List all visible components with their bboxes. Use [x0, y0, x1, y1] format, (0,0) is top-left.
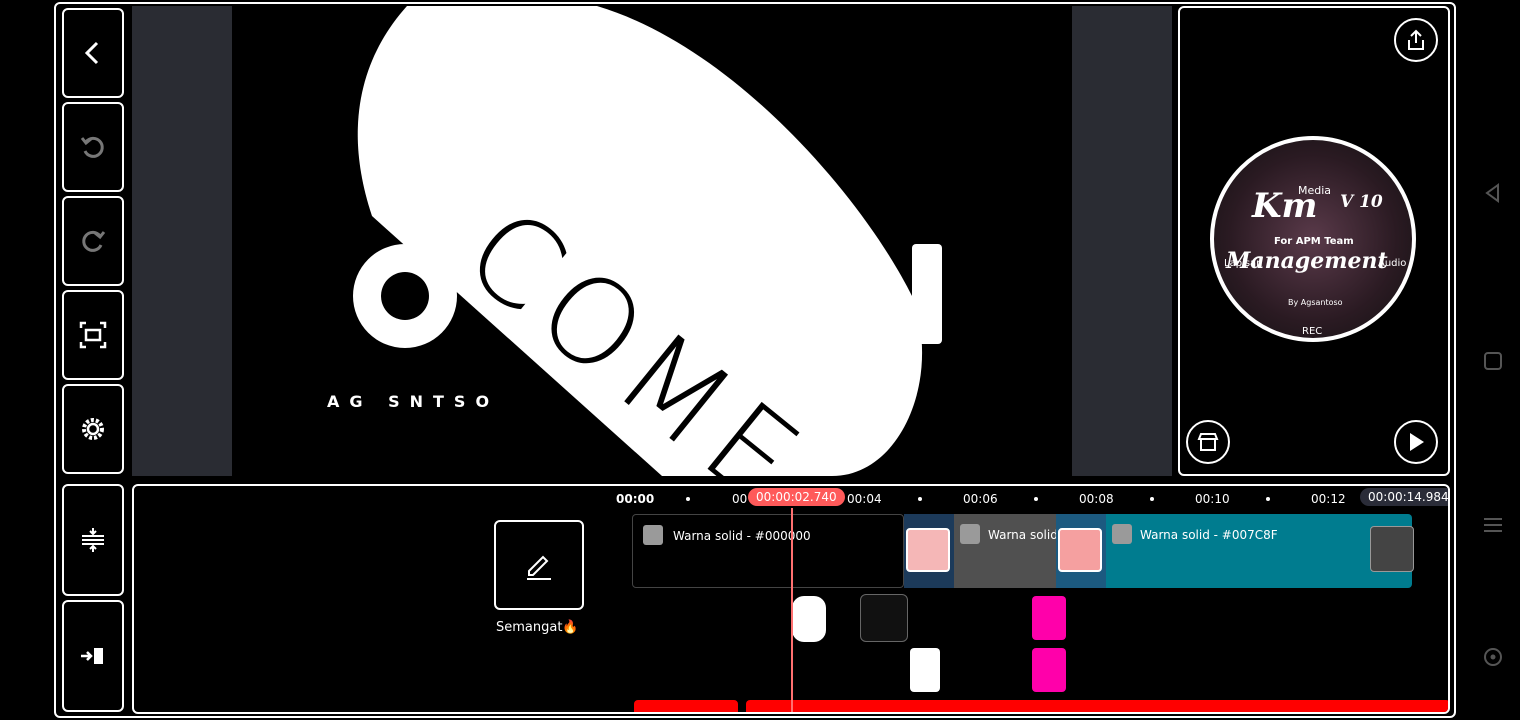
pillarbox-left	[132, 6, 232, 476]
audio-clip-1[interactable]	[634, 700, 738, 712]
layer-clip-fill-1[interactable]	[1032, 596, 1066, 640]
menu-audio[interactable]: Audio	[1378, 258, 1406, 269]
timeline-panel[interactable]: 00:00 00 00:04 00:06 00:08 00:10 00:12 0…	[132, 484, 1450, 714]
ruler-label-0: 00:00	[616, 492, 655, 506]
ruler-label-3: 00:06	[963, 492, 998, 506]
ruler-label-1: 00	[732, 492, 748, 506]
redo-button[interactable]	[62, 196, 124, 286]
share-icon	[1408, 29, 1424, 50]
menu-rec[interactable]: REC	[1302, 326, 1322, 337]
menu-lines-icon[interactable]	[1482, 514, 1504, 536]
logo-subtitle: For APM Team	[1274, 236, 1354, 247]
ruler-label-5: 00:10	[1195, 492, 1230, 506]
insert-icon	[81, 648, 103, 664]
ruler-dot	[1150, 497, 1154, 501]
home-square-icon[interactable]	[1482, 350, 1504, 372]
ruler-label-6: 00:12	[1311, 492, 1346, 506]
undo-icon	[80, 136, 104, 158]
back-button[interactable]	[62, 8, 124, 98]
play-icon	[1410, 433, 1424, 451]
paint-bucket-icon	[1112, 524, 1132, 544]
menu-media[interactable]: Media	[1298, 184, 1331, 197]
system-nav-bar	[1456, 0, 1520, 720]
video-segment-black[interactable]: Warna solid - #000000	[632, 514, 904, 588]
insert-button[interactable]	[62, 600, 124, 712]
transition-icon	[906, 528, 950, 572]
app-logo-dial: Km V 10 For APM Team Management By Agsan…	[1210, 136, 1416, 342]
logo-version: V 10	[1340, 192, 1383, 212]
settings-button[interactable]	[62, 384, 124, 474]
playhead-line[interactable]	[791, 508, 793, 712]
store-icon	[1197, 433, 1219, 451]
total-time-badge: 00:00:14.984	[1360, 488, 1448, 506]
paint-bucket-icon	[643, 525, 663, 545]
redo-icon	[82, 230, 106, 252]
main-menu-panel: Km V 10 For APM Team Management By Agsan…	[1178, 6, 1450, 476]
video-segment-gray[interactable]: Warna solid	[954, 514, 1058, 588]
gear-icon	[82, 418, 104, 440]
ruler-dot	[1034, 497, 1038, 501]
ruler-dot	[1266, 497, 1270, 501]
undo-button[interactable]	[62, 102, 124, 192]
edit-clip-button[interactable]	[494, 520, 584, 610]
store-button[interactable]	[1186, 420, 1230, 464]
logo-byline: By Agsantoso	[1288, 298, 1343, 307]
video-preview[interactable]: COME AG SNTSO	[132, 6, 1172, 476]
ruler-dot	[918, 497, 922, 501]
play-button[interactable]	[1394, 420, 1438, 464]
layer-clip-white[interactable]	[910, 648, 940, 692]
preview-sub-text: AG SNTSO	[327, 392, 500, 411]
fullscreen-icon	[79, 321, 107, 349]
pillarbox-right	[1072, 6, 1172, 476]
assistant-circle-icon[interactable]	[1482, 646, 1504, 668]
ruler-label-4: 00:08	[1079, 492, 1114, 506]
paint-bucket-icon	[960, 524, 980, 544]
transition-icon	[1058, 528, 1102, 572]
edit-pencil-icon	[527, 555, 551, 580]
layer-clip-fill-2[interactable]	[1032, 648, 1066, 692]
clip-label: Semangat🔥	[496, 620, 579, 635]
ruler-dot	[686, 497, 690, 501]
segment-label-1: Warna solid - #000000	[673, 529, 811, 543]
current-time-badge: 00:00:02.740	[748, 488, 845, 506]
layer-clip-sticker[interactable]	[792, 596, 826, 642]
back-triangle-icon[interactable]	[1482, 182, 1504, 204]
segment-label-2: Warna solid	[988, 528, 1058, 542]
audio-clip-2[interactable]	[746, 700, 1448, 712]
transition-2[interactable]	[1056, 514, 1106, 588]
trim-handle[interactable]	[1370, 526, 1414, 572]
chevron-left-icon	[84, 41, 99, 65]
video-segment-teal[interactable]: Warna solid - #007C8F	[1106, 514, 1414, 588]
transition-1[interactable]	[904, 514, 954, 588]
split-icon	[82, 528, 104, 552]
ruler-label-2: 00:04	[847, 492, 882, 506]
segment-label-3: Warna solid - #007C8F	[1140, 528, 1278, 542]
export-button[interactable]	[1394, 18, 1438, 62]
menu-layer[interactable]: Lapisan	[1224, 258, 1263, 269]
layer-clip-image[interactable]	[860, 594, 908, 642]
fullscreen-button[interactable]	[62, 290, 124, 380]
split-button[interactable]	[62, 484, 124, 596]
